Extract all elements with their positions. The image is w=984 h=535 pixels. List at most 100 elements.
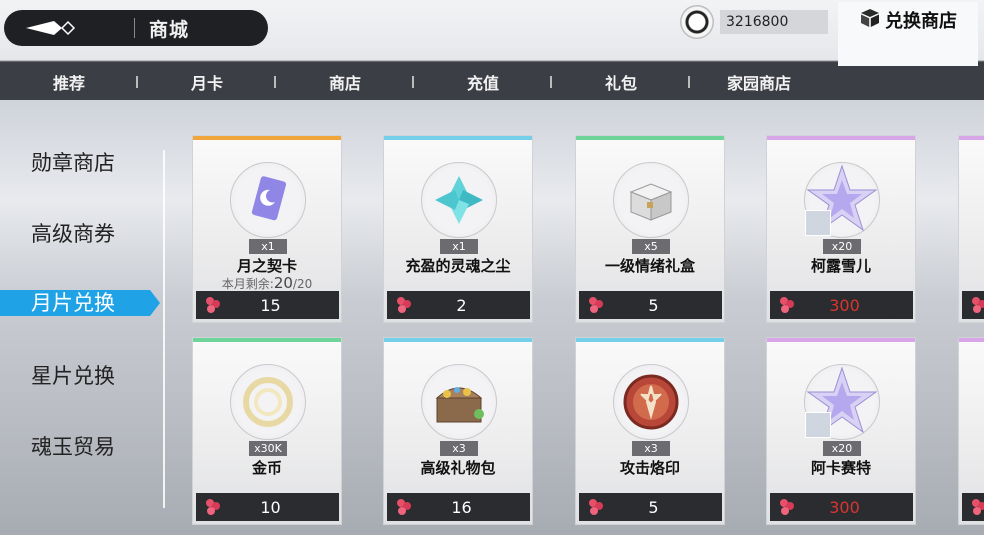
gem-icon [206,297,220,313]
sidebar-divider [163,150,165,508]
tab-bar: 推荐 月卡 商店 充值 礼包 家园商店 [0,64,984,100]
gem-icon [206,499,220,515]
tab-label: 礼包 [604,74,637,93]
page-title: 商城 [149,18,190,41]
tab-recommend[interactable]: 推荐 [0,64,138,100]
tab-label: 兑换商店 [885,11,957,32]
limit-remaining: 20 [273,274,293,292]
tab-label: 家园商店 [726,74,791,93]
sidebar-item-moon-shard-exchange[interactable]: 月片兑换 [0,290,160,316]
limit-total: /20 [292,277,313,291]
shop-item-card[interactable]: x3 高级礼物包 16 [383,337,533,525]
treasure-chest-icon [435,387,484,423]
item-name: 阿卡赛特 [810,459,871,477]
coin-icon [680,5,714,39]
rarity-bar [576,338,724,342]
price-button[interactable]: 5 [579,493,722,521]
title-bar: 商城 [4,10,268,46]
rarity-bar [576,136,724,140]
price-button[interactable]: 15 [196,291,339,319]
gem-icon [589,499,603,515]
price-button[interactable]: 5 [579,291,722,319]
item-price: 15 [260,295,281,315]
cube-icon [861,9,879,27]
tab-gift-pack[interactable]: 礼包 [552,64,690,100]
shop-item-card[interactable]: x20 柯露雪儿 300 [766,135,916,323]
item-price: 16 [451,497,472,517]
item-price: 2 [456,295,467,315]
item-quantity: x20 [823,441,861,456]
item-name: 金币 [251,459,282,477]
item-quantity: x30K [249,441,287,456]
rarity-bar [384,338,532,342]
purchase-limit: 本月剩余:20/20 [193,274,341,292]
gem-icon [780,499,794,515]
gem-icon [397,297,411,313]
gift-box-icon [629,183,673,221]
attack-seal-icon [623,374,679,430]
gem-icon [780,297,794,313]
price-button[interactable] [962,291,984,319]
back-button[interactable] [4,10,96,46]
limit-label: 本月剩余: [221,277,274,291]
rarity-bar [767,338,915,342]
gem-icon [972,297,984,313]
shop-item-card[interactable]: x1 充盈的灵魂之尘 2 [383,135,533,323]
moon-card-icon [251,176,287,221]
shop-item-card[interactable]: x30K 金币 10 [192,337,342,525]
sidebar: 勋章商店 高级商券 月片兑换 星片兑换 魂玉贸易 [0,125,170,525]
tab-monthly-card[interactable]: 月卡 [138,64,276,100]
tab-label: 商店 [328,74,361,93]
price-button[interactable]: 300 [770,291,913,319]
price-button[interactable]: 2 [387,291,530,319]
item-name: 柯露雪儿 [810,257,871,275]
shop-item-card[interactable]: x3 攻击烙印 5 [575,337,725,525]
item-price: 300 [829,295,860,315]
gem-icon [972,499,984,515]
gem-icon [589,297,603,313]
item-quantity: x3 [632,441,670,456]
item-name: 攻击烙印 [619,459,680,477]
rarity-bar [767,136,915,140]
sidebar-item-star-shard-exchange[interactable]: 星片兑换 [31,360,115,390]
item-name: 一级情绪礼盒 [604,257,695,275]
item-name: 高级礼物包 [420,459,496,477]
coin-amount: 3216800 [720,10,828,34]
shop-item-card[interactable]: x1 月之契卡 本月剩余:20/20 15 [192,135,342,323]
shop-item-card[interactable] [958,337,984,525]
tab-exchange-shop[interactable]: 兑换商店 [838,2,978,66]
sidebar-item-medal-shop[interactable]: 勋章商店 [31,147,115,177]
item-price: 5 [648,295,659,315]
rarity-bar [384,136,532,140]
item-price: 10 [260,497,281,517]
tab-home-shop[interactable]: 家园商店 [690,64,828,100]
sidebar-item-soul-jade-trade[interactable]: 魂玉贸易 [31,431,115,461]
character-avatar [805,412,831,438]
item-quantity: x20 [823,239,861,254]
item-quantity: x3 [440,441,478,456]
title-separator [134,18,135,38]
item-name: 充盈的灵魂之尘 [405,257,511,275]
price-button[interactable] [962,493,984,521]
soul-dust-icon [435,176,483,224]
gem-icon [397,499,411,515]
sidebar-item-premium-coupon[interactable]: 高级商券 [31,218,115,248]
back-arrow-icon [26,20,76,36]
rarity-bar [193,338,341,342]
shop-item-card[interactable]: x20 阿卡赛特 300 [766,337,916,525]
tab-label: 充值 [466,74,499,93]
coin-counter: 3216800 [680,5,828,39]
shop-item-card[interactable] [958,135,984,323]
tab-label: 月卡 [190,74,223,93]
price-button[interactable]: 10 [196,493,339,521]
price-button[interactable]: 16 [387,493,530,521]
rarity-bar [959,338,984,342]
character-avatar [805,210,831,236]
shop-item-card[interactable]: x5 一级情绪礼盒 5 [575,135,725,323]
gold-coin-icon [243,377,293,427]
rarity-bar [193,136,341,140]
tab-shop[interactable]: 商店 [276,64,414,100]
item-price: 5 [648,497,659,517]
price-button[interactable]: 300 [770,493,913,521]
tab-recharge[interactable]: 充值 [414,64,552,100]
